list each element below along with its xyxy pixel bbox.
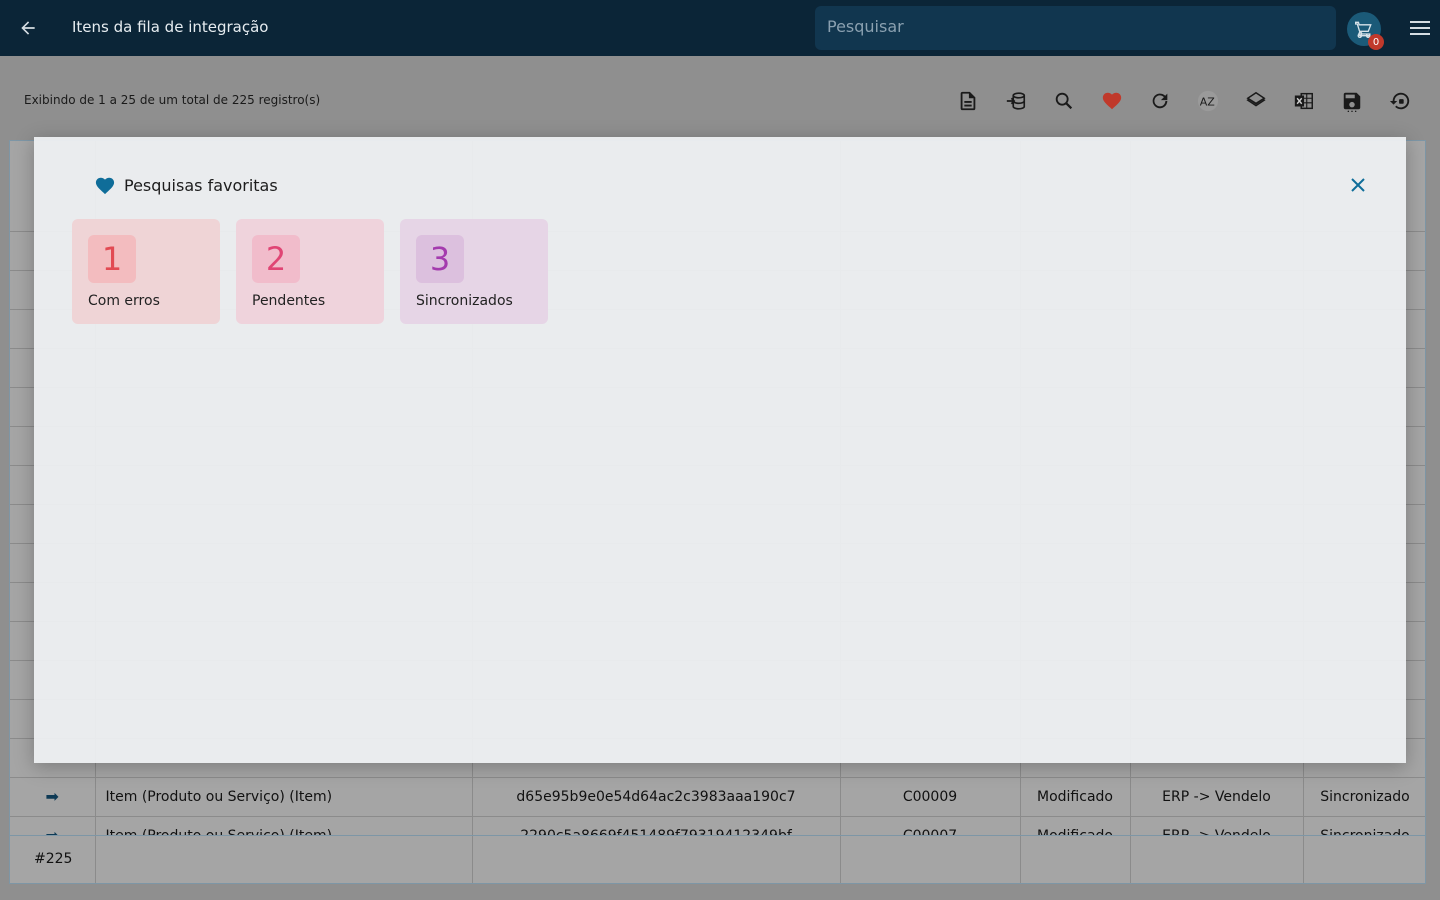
search-icon (1055, 92, 1073, 110)
favorite-card-label: Sincronizados (416, 293, 513, 309)
cell-direction: ERP -> Vendelo (1130, 777, 1304, 817)
refresh-button[interactable] (1136, 86, 1184, 116)
search-input[interactable] (815, 6, 1336, 50)
refresh-icon (1152, 93, 1168, 109)
favorite-card-label: Pendentes (252, 293, 326, 309)
favorite-card-number: 1 (88, 235, 136, 283)
page-title: Itens da fila de integração (72, 18, 269, 36)
close-icon (1351, 178, 1365, 192)
footer-divider (95, 836, 96, 883)
table-footer: #225 (10, 835, 1425, 883)
footer-divider (840, 836, 841, 883)
cell-status: Sincronizado (1303, 777, 1425, 817)
report-button[interactable] (944, 86, 992, 116)
table-row[interactable]: ➡ Item (Produto ou Serviço) (Item) d65e9… (10, 777, 1425, 817)
footer-divider (1130, 836, 1131, 883)
cell-key: d65e95b9e0e54d64ac2c3983aaa190c7 (472, 777, 841, 817)
top-bar: Itens da fila de integração 0 (0, 0, 1440, 56)
restore-button[interactable] (1376, 86, 1424, 116)
record-count-text: Exibindo de 1 a 25 de um total de 225 re… (24, 93, 321, 107)
layers-button[interactable] (1232, 86, 1280, 116)
heart-icon (95, 177, 115, 195)
export-excel-button[interactable] (1280, 86, 1328, 116)
favorite-searches-list: 1 Com erros 2 Pendentes 3 Sincronizados (72, 219, 548, 324)
favorite-card-pendentes[interactable]: 2 Pendentes (236, 219, 384, 324)
favorite-card-number: 3 (416, 235, 464, 283)
heart-icon (1102, 92, 1122, 110)
sort-az-icon: AZ (1197, 90, 1219, 112)
import-icon (1006, 92, 1026, 110)
modal-header: Pesquisas favoritas (94, 175, 278, 195)
total-count: #225 (34, 851, 73, 867)
document-icon (960, 91, 976, 111)
favorite-card-number: 2 (252, 235, 300, 283)
svg-text:AZ: AZ (1200, 96, 1216, 109)
favorite-card-label: Com erros (88, 293, 160, 309)
favorite-card-com-erros[interactable]: 1 Com erros (72, 219, 220, 324)
restore-icon (1389, 92, 1410, 110)
search-button[interactable] (1040, 86, 1088, 116)
arrow-left-icon (21, 21, 35, 35)
save-button[interactable] (1328, 86, 1376, 116)
cell-code: C00009 (840, 777, 1021, 817)
list-header: Exibindo de 1 a 25 de um total de 225 re… (0, 56, 1440, 136)
cell-entity: Item (Produto ou Serviço) (Item) (95, 777, 473, 817)
import-button[interactable] (992, 86, 1040, 116)
arrow-right-icon[interactable]: ➡ (46, 787, 59, 806)
footer-divider (1303, 836, 1304, 883)
favorites-modal: Pesquisas favoritas 1 Com erros 2 Penden… (34, 137, 1406, 763)
save-icon (1343, 92, 1361, 112)
modal-title: Pesquisas favoritas (124, 175, 278, 195)
back-button[interactable] (14, 14, 42, 42)
cart-button[interactable]: 0 (1347, 12, 1384, 50)
close-button[interactable] (1348, 175, 1368, 195)
sort-button[interactable]: AZ (1184, 86, 1232, 116)
footer-divider (472, 836, 473, 883)
footer-divider (1020, 836, 1021, 883)
layers-icon (1246, 91, 1266, 107)
cart-count-badge: 0 (1368, 34, 1384, 50)
search-box (815, 6, 1336, 50)
toolbar: AZ (944, 86, 1424, 116)
favorites-button[interactable] (1088, 86, 1136, 116)
menu-button[interactable] (1406, 14, 1434, 42)
cell-action: Modificado (1020, 777, 1131, 817)
excel-icon (1294, 92, 1313, 110)
hamburger-menu-icon (1410, 21, 1430, 35)
favorite-card-sincronizados[interactable]: 3 Sincronizados (400, 219, 548, 324)
